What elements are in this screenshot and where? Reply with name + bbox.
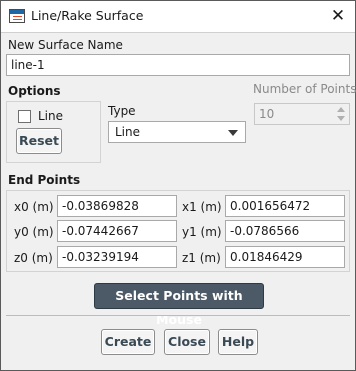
end-points-label: End Points xyxy=(8,173,81,187)
select-points-with-mouse-button[interactable]: Select Points with Mouse xyxy=(94,283,264,327)
surface-name-label: New Surface Name xyxy=(8,38,123,52)
z0-label: z0 (m) xyxy=(14,251,53,265)
x0-input[interactable]: -0.03869828 xyxy=(57,195,177,217)
footer-separator xyxy=(6,315,350,316)
line-rake-surface-dialog: Line/Rake Surface ✕ New Surface Name lin… xyxy=(0,0,356,371)
y1-label: y1 (m) xyxy=(182,225,222,239)
create-button[interactable]: Create xyxy=(101,329,155,355)
reset-button[interactable]: Reset xyxy=(16,128,62,154)
z0-input[interactable]: -0.03239194 xyxy=(57,246,177,268)
surface-name-input[interactable]: line-1 xyxy=(6,54,350,76)
x0-label: x0 (m) xyxy=(14,200,54,214)
line-checkbox[interactable] xyxy=(18,110,31,123)
options-group: Line Reset xyxy=(6,101,101,163)
num-points-label: Number of Points xyxy=(253,82,356,96)
type-selected-value: Line xyxy=(115,125,141,139)
options-label: Options xyxy=(8,84,61,98)
y1-input[interactable]: -0.0786566 xyxy=(225,220,345,242)
x1-label: x1 (m) xyxy=(182,200,222,214)
y0-input[interactable]: -0.07442667 xyxy=(57,220,177,242)
close-icon[interactable]: ✕ xyxy=(326,4,350,28)
type-label: Type xyxy=(108,104,136,118)
end-points-group: x0 (m) -0.03869828 x1 (m) 0.001656472 y0… xyxy=(6,190,350,272)
window-title: Line/Rake Surface xyxy=(31,8,144,23)
title-bar: Line/Rake Surface ✕ xyxy=(1,1,355,33)
type-dropdown[interactable]: Line xyxy=(108,121,246,143)
chevron-down-icon xyxy=(228,130,238,136)
line-checkbox-label: Line xyxy=(38,109,64,123)
x1-input[interactable]: 0.001656472 xyxy=(225,195,345,217)
z1-input[interactable]: 0.01846429 xyxy=(225,246,345,268)
spinner-arrows-icon xyxy=(337,107,345,121)
num-points-spinner: 10 xyxy=(254,103,350,125)
num-points-value: 10 xyxy=(259,107,275,121)
y0-label: y0 (m) xyxy=(14,225,54,239)
surface-app-icon xyxy=(9,9,25,23)
z1-label: z1 (m) xyxy=(182,251,221,265)
close-button[interactable]: Close xyxy=(164,329,210,355)
help-button[interactable]: Help xyxy=(218,329,258,355)
